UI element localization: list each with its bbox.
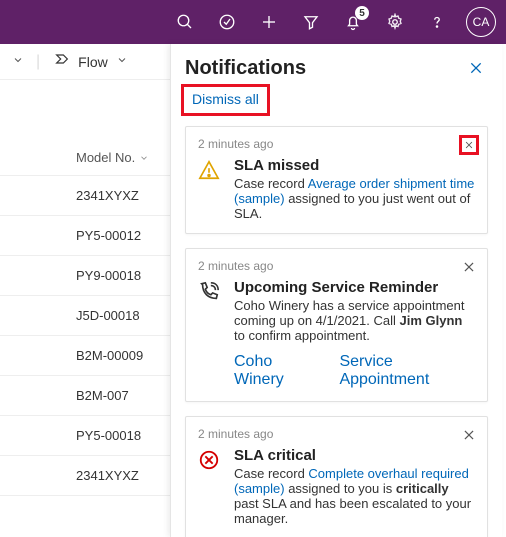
notification-title: SLA missed bbox=[234, 157, 475, 174]
notification-timestamp: 2 minutes ago bbox=[198, 137, 475, 151]
notification-title: SLA critical bbox=[234, 447, 475, 464]
column-header-model-no[interactable]: Model No. bbox=[0, 140, 170, 176]
avatar-initials: CA bbox=[473, 15, 490, 29]
notification-timestamp: 2 minutes ago bbox=[198, 427, 475, 441]
table-row[interactable]: J5D-00018 bbox=[0, 296, 170, 336]
cell-model-no: 2341XYXZ bbox=[76, 188, 139, 203]
dismiss-all-link[interactable]: Dismiss all bbox=[192, 91, 259, 107]
cell-model-no: PY5-00018 bbox=[76, 428, 141, 443]
search-icon[interactable] bbox=[166, 3, 204, 41]
dismiss-card-button[interactable] bbox=[459, 135, 479, 155]
phone-icon bbox=[198, 279, 224, 343]
error-icon bbox=[198, 447, 224, 526]
table-row[interactable]: 2341XYXZ bbox=[0, 176, 170, 216]
table-row[interactable]: PY5-00018 bbox=[0, 416, 170, 456]
table-row[interactable]: B2M-00009 bbox=[0, 336, 170, 376]
emphasis: critically bbox=[396, 481, 449, 496]
user-avatar[interactable]: CA bbox=[466, 7, 496, 37]
notifications-panel: Notifications Dismiss all 2 minutes ago … bbox=[170, 44, 502, 537]
warning-icon bbox=[198, 157, 224, 221]
person-name: Jim Glynn bbox=[400, 313, 463, 328]
table-row[interactable]: PY5-00012 bbox=[0, 216, 170, 256]
dismiss-card-button[interactable] bbox=[459, 257, 479, 277]
cell-model-no: J5D-00018 bbox=[76, 308, 140, 323]
table-row[interactable]: PY9-00018 bbox=[0, 256, 170, 296]
notification-title: Upcoming Service Reminder bbox=[234, 279, 475, 296]
flow-icon bbox=[54, 51, 70, 72]
close-panel-button[interactable] bbox=[464, 56, 488, 80]
notification-text: Case record bbox=[234, 466, 308, 481]
cell-model-no: 2341XYXZ bbox=[76, 468, 139, 483]
notification-text: to confirm appointment. bbox=[234, 328, 370, 343]
panel-title: Notifications bbox=[185, 57, 464, 80]
service-appointment-link[interactable]: Service Appointment bbox=[339, 353, 475, 389]
app-topbar: 5 CA bbox=[0, 0, 506, 44]
help-icon[interactable] bbox=[418, 3, 456, 41]
task-icon[interactable] bbox=[208, 3, 246, 41]
notification-card-sla-critical: 2 minutes ago SLA critical Case record C… bbox=[185, 416, 488, 537]
notification-card-service-reminder: 2 minutes ago Upcoming Service Reminder … bbox=[185, 248, 488, 402]
coho-winery-link[interactable]: Coho Winery bbox=[234, 353, 319, 389]
chevron-down-icon[interactable] bbox=[116, 53, 128, 71]
notification-text: Case record bbox=[234, 176, 308, 191]
notification-badge: 5 bbox=[355, 6, 369, 20]
chevron-down-icon[interactable] bbox=[8, 53, 28, 71]
cell-model-no: PY9-00018 bbox=[76, 268, 141, 283]
flow-menu[interactable]: Flow bbox=[78, 54, 108, 70]
notification-card-sla-missed: 2 minutes ago SLA missed Case record Ave… bbox=[185, 126, 488, 234]
cell-model-no: PY5-00012 bbox=[76, 228, 141, 243]
gear-icon[interactable] bbox=[376, 3, 414, 41]
filter-icon[interactable] bbox=[292, 3, 330, 41]
bell-icon[interactable]: 5 bbox=[334, 3, 372, 41]
cell-model-no: B2M-00009 bbox=[76, 348, 143, 363]
notification-text: past SLA and has been escalated to your … bbox=[234, 496, 471, 526]
dismiss-all-highlight: Dismiss all bbox=[181, 84, 270, 116]
notification-text: assigned to you is bbox=[285, 481, 396, 496]
table-row[interactable]: 2341XYXZ bbox=[0, 456, 170, 496]
dismiss-card-button[interactable] bbox=[459, 425, 479, 445]
cell-model-no: B2M-007 bbox=[76, 388, 129, 403]
column-header-label: Model No. bbox=[76, 150, 135, 165]
data-grid: Model No. 2341XYXZ PY5-00012 PY9-00018 J… bbox=[0, 140, 170, 496]
notification-timestamp: 2 minutes ago bbox=[198, 259, 475, 273]
add-icon[interactable] bbox=[250, 3, 288, 41]
table-row[interactable]: B2M-007 bbox=[0, 376, 170, 416]
command-bar: | Flow bbox=[0, 44, 180, 80]
chevron-down-icon bbox=[139, 153, 149, 163]
